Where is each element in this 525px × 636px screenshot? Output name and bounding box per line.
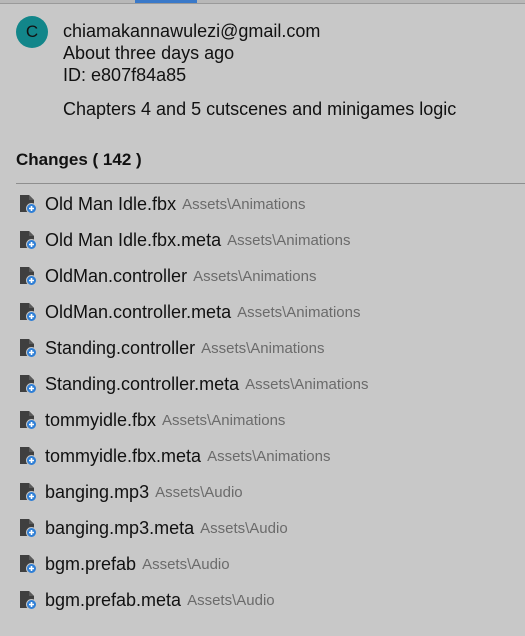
file-row[interactable]: OldMan.controller Assets\Animations — [16, 258, 369, 294]
file-path: Assets\Audio — [142, 555, 230, 573]
commit-id-label: ID: — [63, 65, 87, 85]
file-added-icon — [19, 230, 37, 250]
file-path: Assets\Animations — [207, 447, 331, 465]
file-added-icon — [19, 518, 37, 538]
file-added-icon — [19, 302, 37, 322]
changes-label: Changes — [16, 150, 88, 169]
file-added-icon — [19, 338, 37, 358]
file-row[interactable]: tommyidle.fbx.meta Assets\Animations — [16, 438, 369, 474]
file-path: Assets\Animations — [182, 195, 306, 213]
file-added-icon — [19, 410, 37, 430]
file-name: banging.mp3.meta — [45, 517, 195, 538]
file-row[interactable]: banging.mp3 Assets\Audio — [16, 474, 369, 510]
file-name: OldMan.controller.meta — [45, 301, 232, 322]
changed-files-list: Old Man Idle.fbx Assets\Animations Old M… — [16, 186, 369, 618]
file-name: Standing.controller — [45, 337, 196, 358]
file-name: Standing.controller.meta — [45, 373, 240, 394]
file-path: Assets\Animations — [245, 375, 369, 393]
file-path: Assets\Audio — [200, 519, 288, 537]
file-path: Assets\Audio — [187, 591, 275, 609]
file-row[interactable]: bgm.prefab.meta Assets\Audio — [16, 582, 369, 618]
file-row[interactable]: Old Man Idle.fbx Assets\Animations — [16, 186, 369, 222]
file-path: Assets\Animations — [227, 231, 351, 249]
changes-divider — [16, 183, 525, 184]
file-added-icon — [19, 266, 37, 286]
file-row[interactable]: Standing.controller.meta Assets\Animatio… — [16, 366, 369, 402]
commit-id-row: ID: e807f84a85 — [63, 64, 456, 86]
file-name: Old Man Idle.fbx — [45, 193, 177, 214]
file-added-icon — [19, 446, 37, 466]
changes-count: ( 142 ) — [92, 150, 142, 169]
file-added-icon — [19, 194, 37, 214]
avatar: C — [16, 16, 48, 48]
file-row[interactable]: bgm.prefab Assets\Audio — [16, 546, 369, 582]
file-name: bgm.prefab — [45, 553, 137, 574]
changes-header: Changes ( 142 ) — [16, 150, 142, 170]
file-row[interactable]: banging.mp3.meta Assets\Audio — [16, 510, 369, 546]
file-path: Assets\Animations — [201, 339, 325, 357]
file-added-icon — [19, 374, 37, 394]
commit-id-value[interactable]: e807f84a85 — [91, 65, 186, 85]
active-tab-indicator — [135, 0, 197, 3]
file-row[interactable]: tommyidle.fbx Assets\Animations — [16, 402, 369, 438]
commit-message: Chapters 4 and 5 cutscenes and minigames… — [63, 99, 457, 119]
commit-time: About three days ago — [63, 43, 235, 63]
file-path: Assets\Animations — [193, 267, 317, 285]
file-path: Assets\Animations — [162, 411, 286, 429]
file-name: OldMan.controller — [45, 265, 188, 286]
file-row[interactable]: OldMan.controller.meta Assets\Animations — [16, 294, 369, 330]
file-name: Old Man Idle.fbx.meta — [45, 229, 222, 250]
file-name: tommyidle.fbx — [45, 409, 157, 430]
file-path: Assets\Animations — [237, 303, 361, 321]
commit-author[interactable]: chiamakannawulezi@gmail.com — [63, 20, 456, 42]
file-row[interactable]: Standing.controller Assets\Animations — [16, 330, 369, 366]
file-added-icon — [19, 554, 37, 574]
file-name: tommyidle.fbx.meta — [45, 445, 202, 466]
file-name: banging.mp3 — [45, 481, 150, 502]
top-panel-edge — [0, 0, 525, 4]
commit-info: chiamakannawulezi@gmail.com About three … — [63, 20, 456, 120]
file-row[interactable]: Old Man Idle.fbx.meta Assets\Animations — [16, 222, 369, 258]
file-added-icon — [19, 482, 37, 502]
file-added-icon — [19, 590, 37, 610]
file-path: Assets\Audio — [155, 483, 243, 501]
file-name: bgm.prefab.meta — [45, 589, 182, 610]
